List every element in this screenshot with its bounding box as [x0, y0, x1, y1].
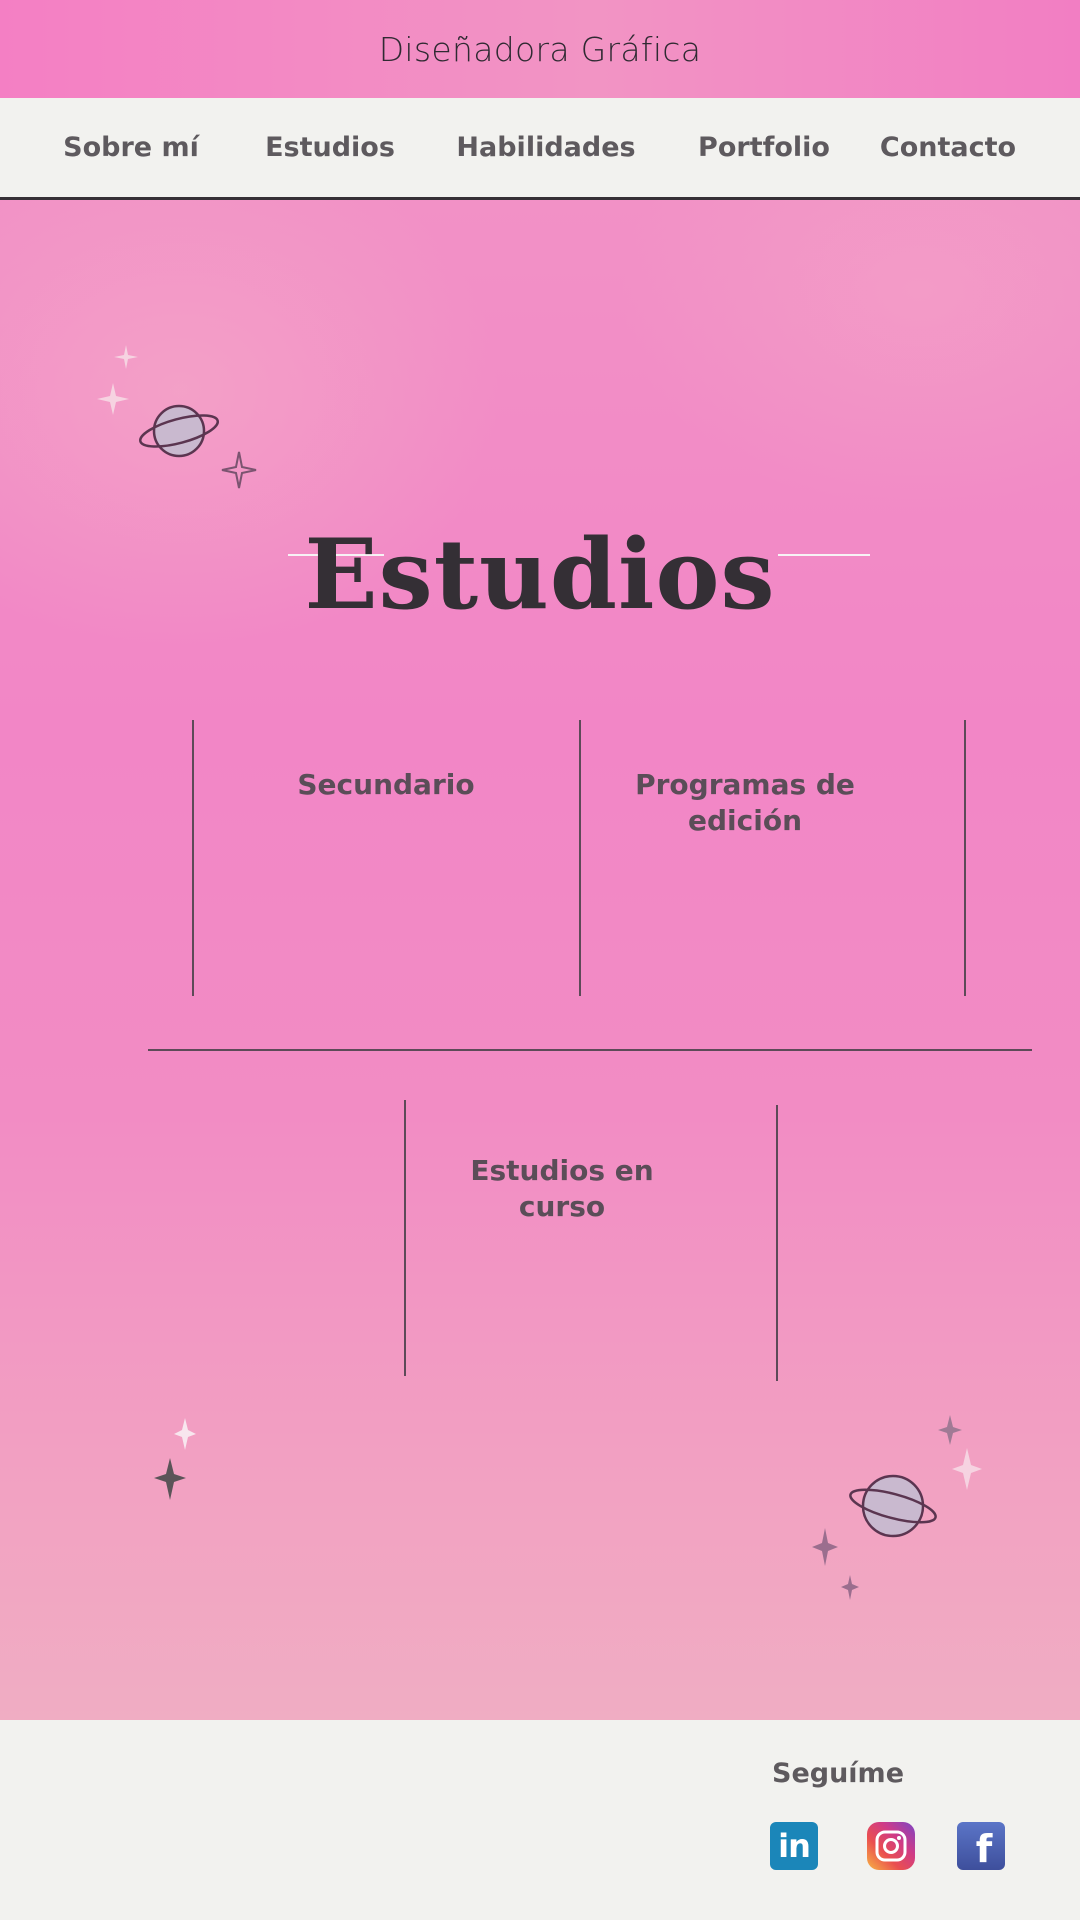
site-header: Diseñadora Gráfica	[0, 0, 1080, 98]
row-separator	[148, 1049, 1032, 1051]
studies-section: Estudios Secundario Programas de edición…	[0, 200, 1080, 1720]
nav-item-portfolio[interactable]: Portfolio	[698, 98, 830, 197]
sparkle-icon	[812, 1528, 838, 1566]
card-divider	[404, 1100, 406, 1376]
card-divider	[776, 1105, 778, 1381]
main-nav: Sobre mí Estudios Habilidades Portfolio …	[0, 98, 1080, 200]
card-divider	[579, 720, 581, 996]
planet-icon	[152, 404, 206, 458]
card-title-programas: Programas de edición	[635, 768, 855, 837]
linkedin-icon[interactable]: in	[770, 1822, 818, 1870]
site-title: Diseñadora Gráfica	[378, 29, 702, 69]
sparkle-icon	[841, 1575, 859, 1600]
nav-item-estudios[interactable]: Estudios	[265, 98, 395, 197]
planet-decoration-top-left	[97, 345, 257, 489]
card-divider	[192, 720, 194, 996]
nav-item-sobre-mi[interactable]: Sobre mí	[63, 98, 199, 197]
sparkle-icon	[154, 1458, 186, 1500]
linkedin-glyph: in	[778, 1827, 811, 1865]
planet-decoration-bottom-right	[812, 1415, 982, 1600]
nav-item-habilidades[interactable]: Habilidades	[456, 98, 635, 197]
sparkle-icon	[114, 345, 138, 369]
section-title: Estudios	[304, 518, 776, 631]
sparkles-decoration-bottom-left	[154, 1418, 196, 1500]
facebook-icon[interactable]: f	[957, 1822, 1005, 1871]
sparkle-icon	[97, 383, 129, 415]
sparkle-icon	[221, 451, 257, 489]
sparkle-icon	[174, 1418, 196, 1450]
sparkle-icon	[938, 1415, 962, 1445]
card-title-estudios-en-curso: Estudios en curso	[470, 1154, 654, 1223]
facebook-glyph: f	[975, 1827, 993, 1871]
sparkle-icon	[952, 1448, 982, 1490]
card-title-secundario: Secundario	[297, 768, 475, 801]
site-footer: Seguíme in f	[0, 1720, 1080, 1920]
follow-label: Seguíme	[772, 1758, 905, 1789]
nav-item-contacto[interactable]: Contacto	[880, 98, 1016, 197]
planet-icon	[861, 1474, 925, 1538]
card-divider	[964, 720, 966, 996]
instagram-icon[interactable]	[867, 1822, 915, 1870]
